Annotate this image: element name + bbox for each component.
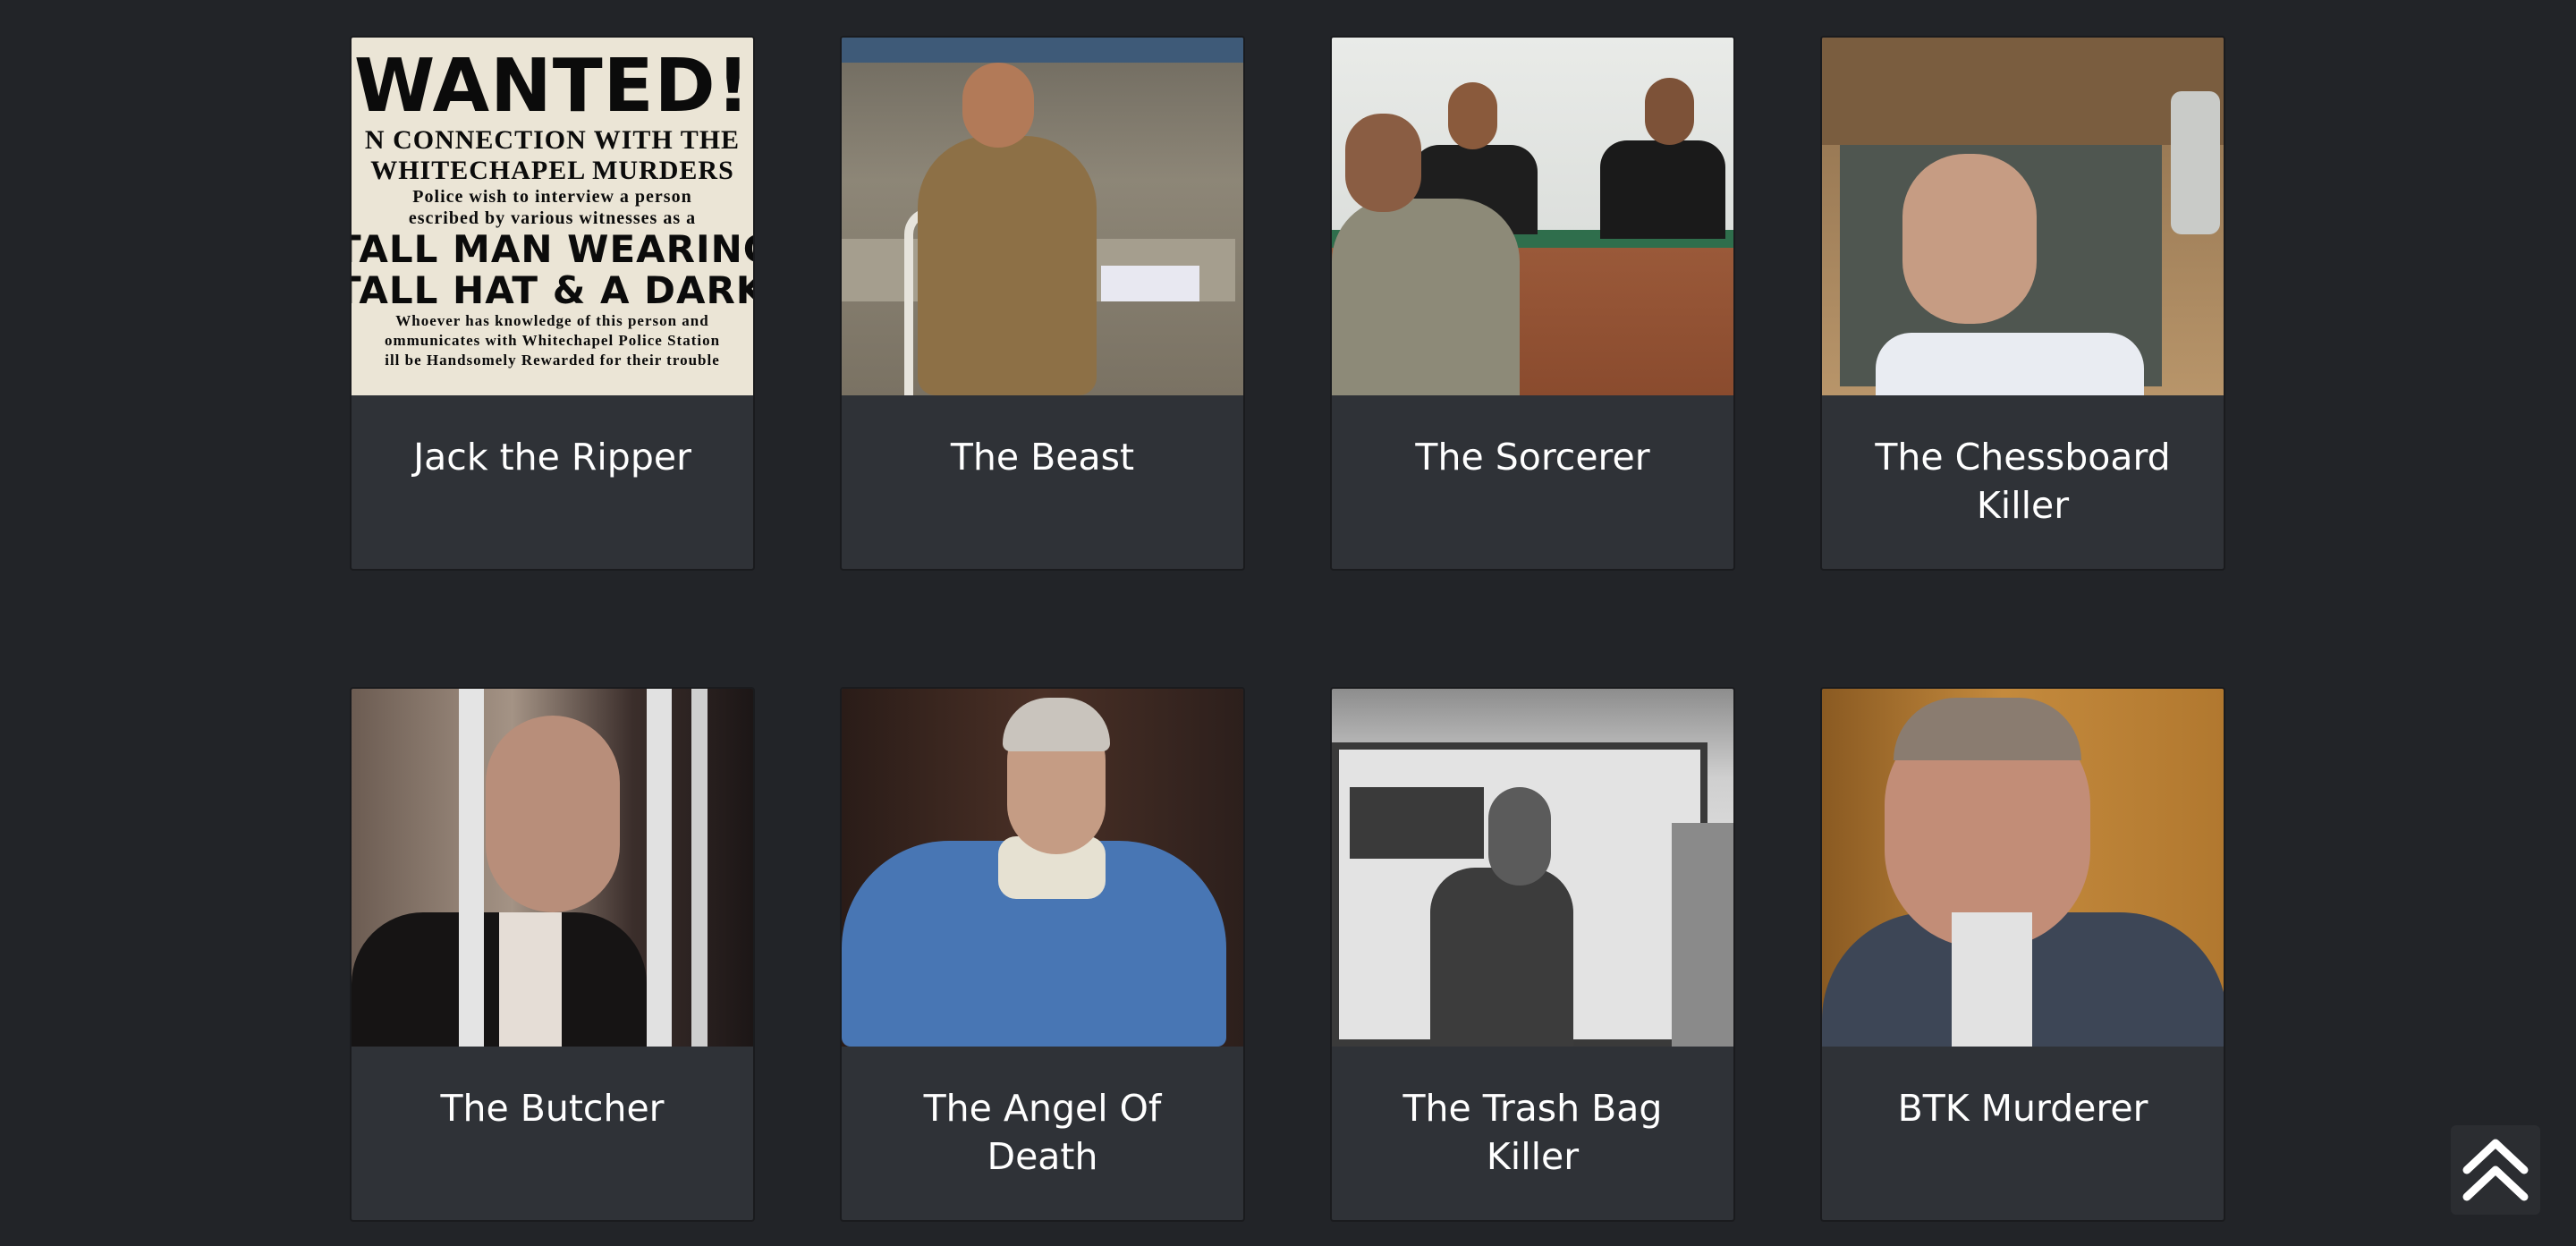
poster-line: TALL MAN WEARING A: [352, 227, 753, 271]
card-title: Jack the Ripper: [413, 436, 691, 479]
poster-line: escribed by various witnesses as a: [408, 208, 697, 228]
card-title: The Beast: [950, 436, 1135, 479]
card-jack-the-ripper[interactable]: WANTED! N CONNECTION WITH THE WHITECHAPE…: [350, 36, 755, 571]
card-btk-murderer[interactable]: BTK Murderer: [1820, 687, 2225, 1222]
man-with-glasses-photo: [1822, 689, 2224, 1047]
courtroom-photo: [1332, 38, 1733, 395]
card-the-trash-bag-killer[interactable]: The Trash Bag Killer: [1330, 687, 1735, 1222]
poster-line: ommunicates with Whitechapel Police Stat…: [384, 332, 721, 349]
card-the-chessboard-killer[interactable]: The Chessboard Killer: [1820, 36, 2225, 571]
man-behind-glass-photo: [1822, 38, 2224, 395]
poster-line: N CONNECTION WITH THE: [364, 125, 741, 155]
card-title: The Butcher: [440, 1087, 665, 1130]
card-the-beast[interactable]: The Beast: [840, 36, 1245, 571]
card-title: The Sorcerer: [1415, 436, 1650, 479]
poster-line: TALL HAT & A DARK CLOAK: [352, 268, 753, 312]
man-by-van-photo: [1332, 689, 1733, 1047]
card-the-angel-of-death[interactable]: The Angel Of Death: [840, 687, 1245, 1222]
scroll-to-top-button[interactable]: [2451, 1125, 2540, 1215]
card-title: The Chessboard Killer: [1875, 436, 2171, 527]
card-title: The Angel Of Death: [923, 1087, 1162, 1178]
poster-line: Police wish to interview a person: [412, 187, 692, 207]
poster-line: Whoever has knowledge of this person and: [395, 312, 709, 329]
double-chevron-up-icon: [2462, 1139, 2529, 1201]
man-behind-bars-photo: [352, 689, 753, 1047]
man-in-denim-jacket-photo: [842, 689, 1243, 1047]
card-title: The Trash Bag Killer: [1402, 1087, 1663, 1178]
card-title: BTK Murderer: [1897, 1087, 2148, 1130]
man-seated-in-cell-photo: [842, 38, 1243, 395]
wanted-poster-image: WANTED! N CONNECTION WITH THE WHITECHAPE…: [352, 38, 753, 395]
card-the-butcher[interactable]: The Butcher: [350, 687, 755, 1222]
poster-line: WANTED!: [353, 44, 751, 129]
page: WANTED! N CONNECTION WITH THE WHITECHAPE…: [0, 0, 2576, 1246]
poster-line: WHITECHAPEL MURDERS: [370, 156, 734, 185]
card-the-sorcerer[interactable]: The Sorcerer: [1330, 36, 1735, 571]
card-grid: WANTED! N CONNECTION WITH THE WHITECHAPE…: [350, 36, 2228, 1222]
poster-line: ill be Handsomely Rewarded for their tro…: [385, 352, 720, 369]
